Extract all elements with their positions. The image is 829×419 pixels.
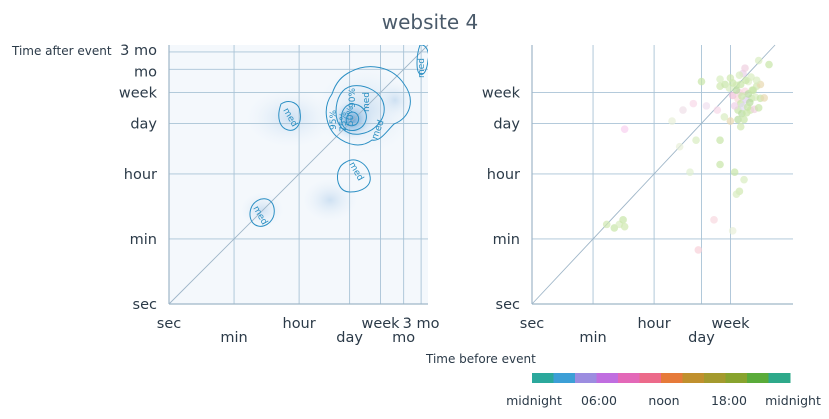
- scatter-point: [692, 136, 700, 144]
- scatter-point: [728, 227, 737, 235]
- x-tick-label: hour: [637, 316, 670, 332]
- scatter-point: [689, 99, 698, 108]
- colorbar-segment: [596, 373, 619, 383]
- scatter-point: [735, 71, 744, 79]
- scatter-point: [694, 246, 703, 254]
- scatter-point: [754, 56, 763, 65]
- colorbar-segment: [639, 373, 662, 383]
- y-tick-label: 3 mo: [120, 43, 157, 59]
- contour-label: med: [362, 92, 372, 112]
- scatter-point: [675, 142, 684, 151]
- y-tick-label: sec: [496, 297, 520, 313]
- scatter-point: [602, 220, 611, 229]
- scatter-point: [741, 64, 749, 72]
- y-tick-label: sec: [133, 297, 157, 313]
- colorbar-segment: [661, 373, 683, 383]
- time-of-day-colorbar: midnight 06:00 noon 18:00 midnight: [506, 373, 821, 408]
- contour-label: 90%: [348, 88, 358, 108]
- colorbar-segment: [532, 373, 554, 383]
- scatter-panel: secminhourdayweeksecminhourdayweek: [482, 44, 793, 346]
- x-tick-label: min: [220, 330, 247, 346]
- contour-label: 95%: [329, 110, 339, 130]
- x-tick-label: mo: [392, 330, 415, 346]
- x-tick-label: day: [688, 330, 715, 346]
- scatter-point: [738, 92, 746, 100]
- scatter-point: [702, 102, 711, 110]
- colorbar-segment: [575, 373, 597, 383]
- scatter-point: [740, 115, 748, 124]
- scatter-point: [730, 168, 739, 177]
- y-tick-label: day: [493, 116, 520, 132]
- scatter-point: [620, 125, 629, 133]
- colorbar-label: 06:00: [581, 393, 617, 408]
- x-axis-label: Time before event: [425, 352, 536, 366]
- colorbar-label: 18:00: [711, 393, 747, 408]
- scatter-point: [686, 168, 694, 177]
- colorbar-segment: [618, 373, 640, 383]
- scatter-point: [697, 77, 706, 86]
- y-tick-label: hour: [487, 167, 520, 183]
- scatter-points: [602, 56, 773, 254]
- colorbar-label: midnight: [506, 393, 562, 408]
- scatter-point: [760, 94, 769, 102]
- scatter-point: [732, 86, 741, 94]
- scatter-point: [754, 104, 763, 112]
- scatter-point: [713, 106, 722, 114]
- y-tick-label: day: [130, 116, 157, 132]
- x-tick-label: hour: [283, 316, 316, 332]
- scatter-point: [743, 103, 752, 111]
- colorbar-label: noon: [648, 393, 679, 408]
- colorbar-label: midnight: [765, 393, 821, 408]
- scatter-point: [716, 136, 724, 144]
- chart-title: website 4: [382, 10, 479, 34]
- scatter-point: [619, 216, 627, 224]
- x-tick-label: week: [711, 316, 750, 332]
- scatter-point: [620, 222, 629, 231]
- colorbar-segment: [704, 373, 726, 383]
- scatter-point: [736, 122, 745, 131]
- scatter-point: [710, 216, 718, 224]
- y-axis-label: Time after event: [11, 44, 112, 58]
- y-tick-label: week: [119, 85, 158, 101]
- scatter-point: [679, 106, 687, 114]
- x-tick-label: 3 mo: [403, 316, 440, 332]
- scatter-point: [765, 60, 773, 69]
- scatter-point: [730, 102, 739, 110]
- density-panel: med med med med med med 95% 90% 75% 50% …: [119, 43, 440, 346]
- figure: website 4 Time after event Time before e…: [11, 10, 821, 408]
- scatter-point: [716, 160, 724, 169]
- scatter-point: [720, 113, 729, 121]
- scatter-point: [732, 190, 741, 199]
- y-tick-label: hour: [124, 167, 157, 183]
- y-tick-label: min: [493, 232, 520, 248]
- x-tick-label: sec: [157, 316, 181, 332]
- x-tick-label: day: [336, 330, 363, 346]
- colorbar-segment: [553, 373, 576, 383]
- y-tick-label: week: [482, 85, 521, 101]
- scatter-point: [740, 175, 748, 184]
- colorbar-segment: [747, 373, 769, 383]
- x-tick-label: sec: [520, 316, 544, 332]
- y-tick-label: min: [130, 232, 157, 248]
- colorbar-segment: [768, 373, 791, 383]
- colorbar-segment: [682, 373, 705, 383]
- contour-label: 50%: [346, 106, 356, 126]
- x-tick-label: min: [579, 330, 606, 346]
- y-tick-label: mo: [134, 64, 157, 80]
- scatter-point: [726, 74, 735, 82]
- colorbar-segment: [725, 373, 748, 383]
- scatter-point: [748, 86, 757, 94]
- scatter-point: [668, 117, 676, 125]
- contour-label: med: [417, 58, 427, 78]
- scatter-point: [752, 76, 761, 85]
